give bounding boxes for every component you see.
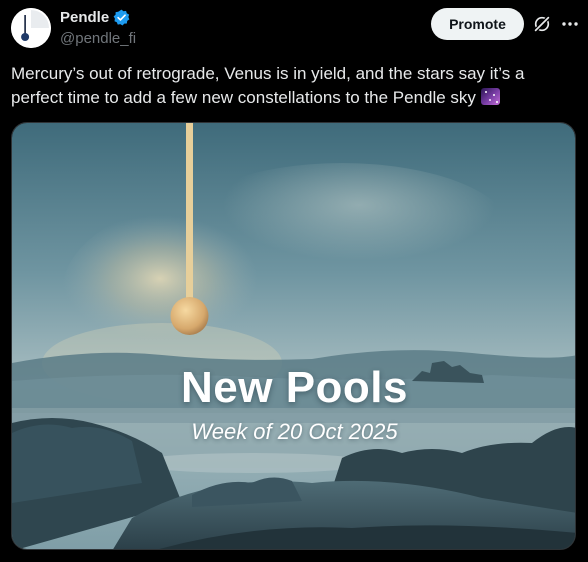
media-image[interactable]: New Pools Week of 20 Oct 2025	[11, 122, 576, 550]
landscape-illustration	[12, 123, 575, 549]
subheadline: Week of 20 Oct 2025	[191, 419, 398, 444]
handle[interactable]: @pendle_fi	[60, 30, 136, 47]
tweet-post: Pendle @pendle_fi Promote Mercury’s out …	[0, 0, 588, 562]
grok-icon[interactable]	[532, 14, 552, 34]
avatar[interactable]	[11, 8, 51, 48]
pendle-logo	[11, 8, 51, 48]
name-row: Pendle	[60, 9, 130, 26]
promote-button[interactable]: Promote	[431, 8, 524, 40]
verified-badge-icon[interactable]	[113, 9, 130, 26]
tweet-text: Mercury’s out of retrograde, Venus is in…	[11, 62, 571, 110]
more-icon[interactable]	[560, 14, 580, 34]
milky-way-emoji-icon	[480, 88, 500, 105]
tweet-body: Mercury’s out of retrograde, Venus is in…	[11, 64, 525, 107]
display-name[interactable]: Pendle	[60, 9, 109, 26]
headline: New Pools	[181, 363, 408, 412]
